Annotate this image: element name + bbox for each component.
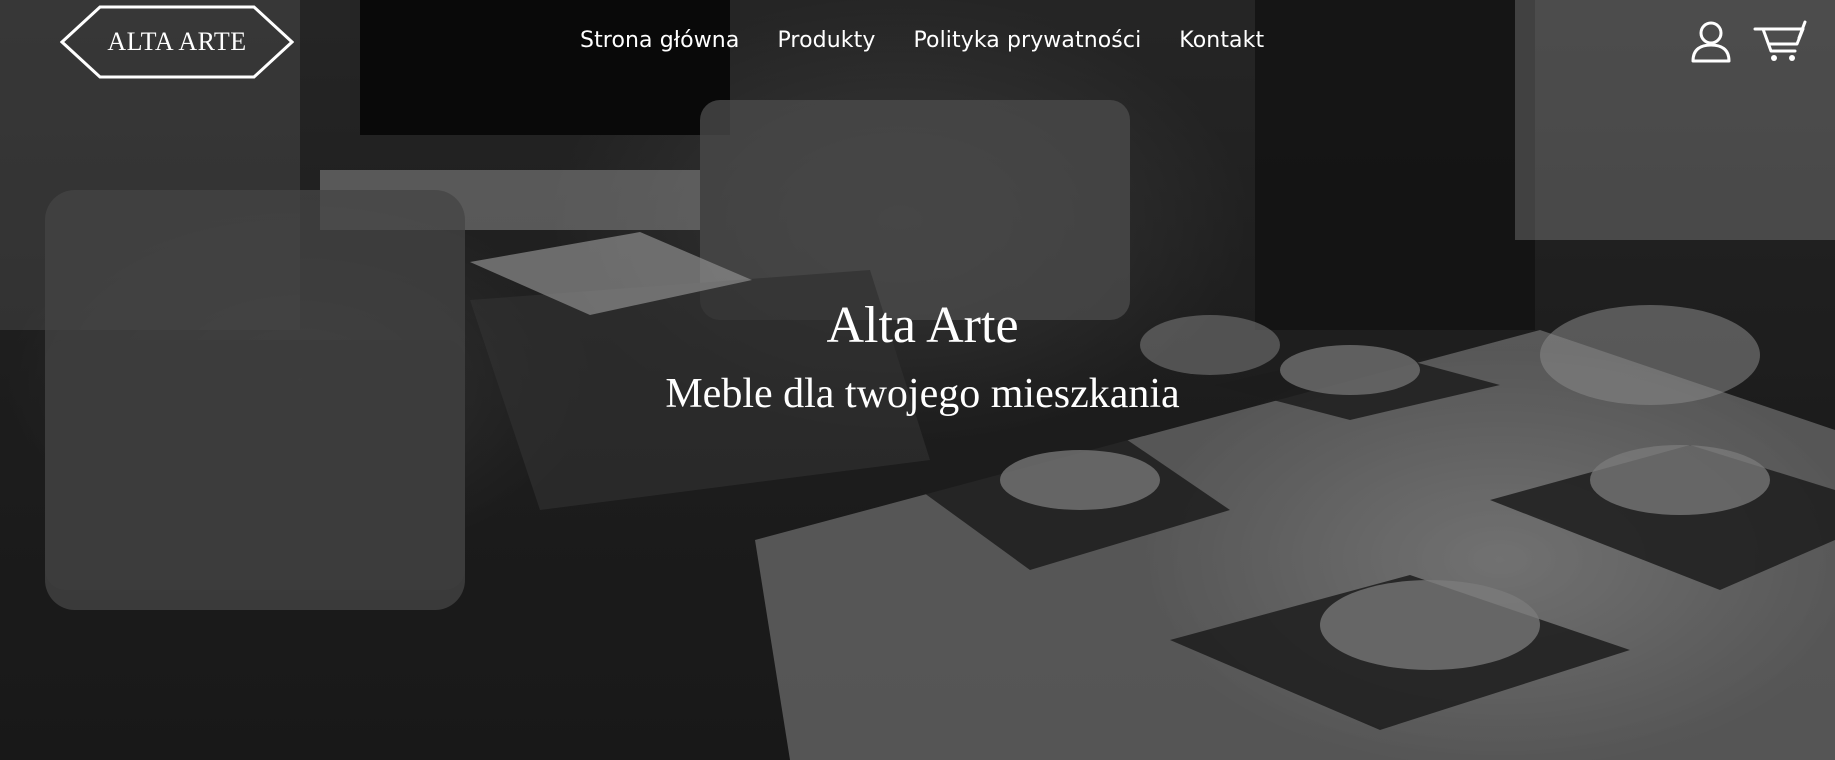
hero-subtitle: Meble dla twojego mieszkania <box>665 371 1180 417</box>
site-logo[interactable]: ALTA ARTE <box>60 5 294 79</box>
user-icon[interactable] <box>1689 20 1733 64</box>
nav-link-privacy-policy[interactable]: Polityka prywatności <box>913 28 1141 53</box>
hero-title: Alta Arte <box>826 297 1019 354</box>
main-navigation: Strona główna Produkty Polityka prywatno… <box>580 28 1264 53</box>
nav-link-home[interactable]: Strona główna <box>580 28 739 53</box>
nav-link-products[interactable]: Produkty <box>777 28 875 53</box>
logo-text: ALTA ARTE <box>107 27 247 56</box>
nav-link-contact[interactable]: Kontakt <box>1179 28 1264 53</box>
cart-icon[interactable] <box>1753 20 1807 64</box>
